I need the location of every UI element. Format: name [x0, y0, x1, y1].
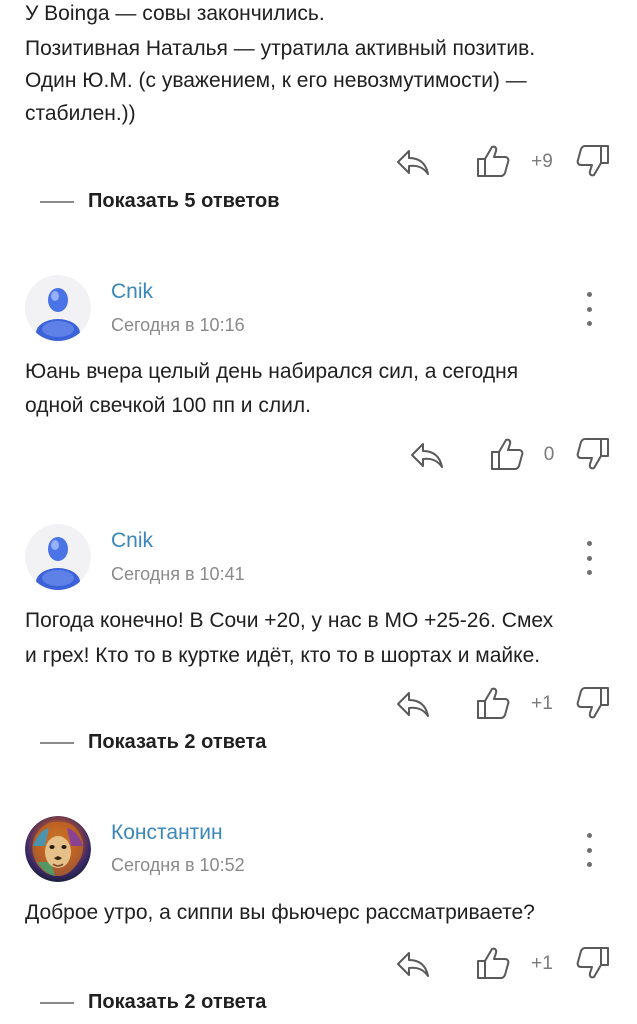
like-button[interactable] [474, 142, 512, 180]
comment-menu-button[interactable] [577, 292, 601, 326]
comment-menu-button[interactable] [577, 541, 601, 575]
thumbs-down-icon [576, 437, 610, 471]
comment-text-line: Один Ю.М. (с уважением, к его невозмутим… [25, 69, 527, 92]
comment: Cnik Сегодня в 10:16 Юань вчера целый де… [0, 270, 637, 490]
comment-text-line: и грех! Кто то в куртке идёт, кто то в ш… [25, 644, 541, 667]
comment-timestamp: Сегодня в 10:16 [111, 315, 245, 335]
show-replies-button[interactable]: Показать 2 ответа [40, 731, 266, 754]
comment-text-line: Позитивная Наталья — утратила активный п… [25, 37, 536, 60]
lion-avatar [25, 816, 91, 882]
more-vertical-icon [586, 570, 592, 575]
comment: Cnik Сегодня в 10:41 Погода конечно! В С… [0, 519, 637, 769]
like-button[interactable] [474, 684, 512, 722]
comment-menu-button[interactable] [577, 833, 601, 867]
more-vertical-icon [586, 862, 592, 867]
comment: Константин Сегодня в 10:52 Доброе утро, … [0, 811, 637, 1024]
vote-score: 0 [543, 444, 555, 465]
thumbs-up-icon [476, 946, 510, 980]
more-vertical-icon [586, 555, 592, 561]
dislike-button[interactable] [574, 684, 612, 722]
like-button[interactable] [488, 435, 526, 473]
comment-text-line: Юань вчера целый день набирался сил, а с… [25, 360, 519, 383]
vote-score: +1 [531, 953, 553, 974]
thumbs-up-icon [476, 686, 510, 720]
comment-text-line: Погода конечно! В Сочи +20, у нас в МО +… [25, 609, 554, 632]
comment-author[interactable]: Константин [111, 821, 223, 845]
reply-arrow-icon [395, 949, 431, 979]
reply-button[interactable] [394, 685, 432, 723]
show-replies-button[interactable]: Показать 5 ответов [40, 190, 280, 213]
thumbs-up-icon [476, 144, 510, 178]
comment-author[interactable]: Cnik [111, 529, 153, 553]
thumbs-down-icon [576, 686, 610, 720]
replies-dash [40, 1001, 74, 1004]
thumbs-down-icon [576, 144, 610, 178]
more-vertical-icon [586, 833, 592, 838]
dislike-button[interactable] [574, 142, 612, 180]
thumbs-down-icon [576, 946, 610, 980]
reply-button[interactable] [394, 945, 432, 983]
thumbs-up-icon [490, 437, 524, 471]
comment-author[interactable]: Cnik [111, 280, 153, 304]
comment-text-line: одной свечкой 100 пп и слил. [25, 394, 311, 417]
default-user-avatar [25, 275, 91, 341]
show-replies-button[interactable]: Показать 2 ответа [40, 991, 266, 1014]
more-vertical-icon [586, 541, 592, 546]
more-vertical-icon [586, 847, 592, 853]
more-vertical-icon [586, 292, 592, 297]
show-replies-label: Показать 5 ответов [88, 190, 280, 212]
reply-arrow-icon [395, 147, 431, 177]
more-vertical-icon [586, 321, 592, 326]
replies-dash [40, 200, 74, 203]
dislike-button[interactable] [574, 435, 612, 473]
comment-text-line: У Boingа — совы закончились. [25, 2, 325, 25]
comment-timestamp: Сегодня в 10:41 [111, 564, 245, 584]
avatar[interactable] [25, 524, 91, 590]
like-button[interactable] [474, 944, 512, 982]
show-replies-label: Показать 2 ответа [88, 731, 267, 753]
comment-timestamp: Сегодня в 10:52 [111, 855, 245, 875]
reply-button[interactable] [394, 143, 432, 181]
comment-text-line: Доброе утро, а сиппи вы фьючерс рассматр… [25, 901, 535, 924]
reply-button[interactable] [408, 436, 446, 474]
comment: У Boingа — совы закончились. Позитивная … [0, 0, 637, 230]
default-user-avatar [25, 524, 91, 590]
dislike-button[interactable] [574, 944, 612, 982]
replies-dash [40, 741, 74, 744]
reply-arrow-icon [409, 440, 445, 470]
more-vertical-icon [586, 306, 592, 312]
comment-text-line: стабилен.)) [25, 102, 136, 125]
show-replies-label: Показать 2 ответа [88, 991, 267, 1013]
avatar[interactable] [25, 275, 91, 341]
avatar[interactable] [25, 816, 91, 882]
reply-arrow-icon [395, 689, 431, 719]
vote-score: +1 [531, 693, 553, 714]
vote-score: +9 [531, 151, 553, 172]
